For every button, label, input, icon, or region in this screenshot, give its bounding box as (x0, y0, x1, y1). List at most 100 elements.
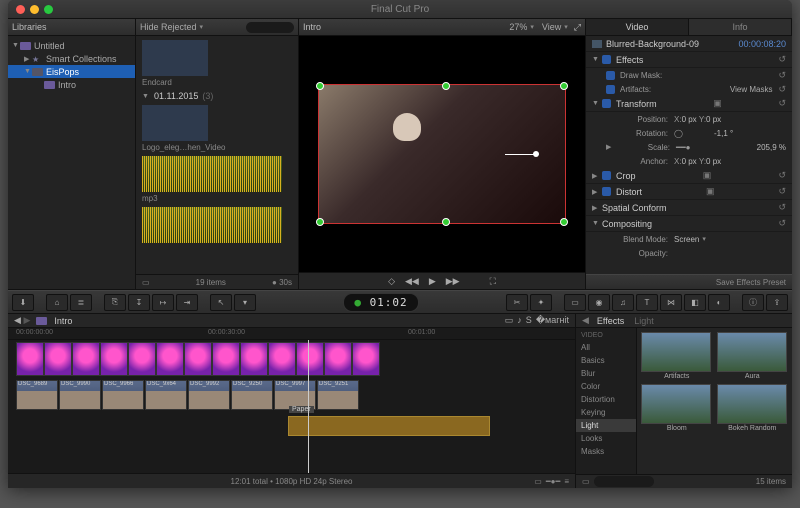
clip-duration-slider[interactable]: ● (272, 278, 277, 287)
onscreen-icon[interactable]: ▣ (706, 186, 715, 197)
crop-toggle[interactable] (602, 171, 611, 180)
artifacts-toggle[interactable] (606, 85, 615, 94)
library-item-eispops[interactable]: ▼EisPops (8, 65, 135, 78)
connect-button[interactable]: ⎘ (104, 294, 126, 311)
append-button[interactable]: ↦ (152, 294, 174, 311)
keyword-button[interactable]: ⌂ (46, 294, 68, 311)
effect-item[interactable]: Bloom (641, 384, 713, 432)
clip-appearance-button[interactable]: ▭ (534, 477, 542, 486)
effects-tab[interactable]: Effects (597, 316, 624, 326)
connected-clip[interactable]: DSC_9250 (231, 380, 273, 410)
enhance-button[interactable]: ✦ (530, 294, 552, 311)
primary-clip[interactable] (128, 342, 156, 376)
rotation-dial[interactable]: ◯ (674, 129, 714, 138)
history-back[interactable]: ◀ (14, 315, 21, 326)
primary-clip[interactable] (156, 342, 184, 376)
position-y-field[interactable]: 0 px (706, 115, 721, 124)
effect-item[interactable]: Bokeh Random (717, 384, 789, 432)
browser-search[interactable] (246, 22, 294, 33)
arrow-tool[interactable]: ↖ (210, 294, 232, 311)
transform-handle[interactable] (442, 82, 450, 90)
inspector-tab-video[interactable]: Video (586, 19, 689, 35)
browser-clip-audio2[interactable] (142, 207, 282, 243)
blend-mode-dropdown[interactable]: Screen (674, 235, 706, 244)
timeline-tracks[interactable]: DSC_9689DSC_9990DSC_9966DSC_9x64DSC_9992… (8, 340, 575, 473)
viewer-zoom[interactable]: 27% (509, 22, 534, 32)
tools-dropdown[interactable]: ▾ (234, 294, 256, 311)
effect-category[interactable]: Masks (576, 445, 636, 458)
playhead[interactable] (308, 340, 309, 473)
primary-clip[interactable] (184, 342, 212, 376)
primary-clip[interactable] (16, 342, 44, 376)
close-window[interactable] (16, 5, 25, 14)
onscreen-icon[interactable]: ▣ (713, 98, 722, 109)
prev-frame-button[interactable]: ◀◀ (405, 276, 419, 287)
titles-browser[interactable]: T (636, 294, 658, 311)
effect-category[interactable]: Keying (576, 406, 636, 419)
next-frame-button[interactable]: ▶▶ (446, 276, 460, 287)
connected-clip[interactable]: DSC_9689 (16, 380, 58, 410)
scale-field[interactable]: 205,9 % (757, 143, 786, 152)
audio-skim-toggle[interactable]: ♪ (517, 315, 522, 326)
audio-clip[interactable]: Paper (288, 416, 490, 436)
library-item-intro[interactable]: Intro (8, 78, 135, 91)
library-item-untitled[interactable]: ▼Untitled (8, 39, 135, 52)
primary-clip[interactable] (352, 342, 380, 376)
share-button[interactable]: ⇪ (766, 294, 788, 311)
connected-clip[interactable]: DSC_9x64 (145, 380, 187, 410)
inspector-tab-info[interactable]: Info (689, 19, 792, 35)
music-browser[interactable]: ♫ (612, 294, 634, 311)
transform-handle[interactable] (316, 218, 324, 226)
primary-clip[interactable] (268, 342, 296, 376)
distort-toggle[interactable] (602, 187, 611, 196)
effect-item[interactable]: Artifacts (641, 332, 713, 380)
inspector-toggle[interactable]: ⓘ (742, 294, 764, 311)
reset-icon[interactable]: ↺ (778, 170, 786, 181)
primary-clip[interactable] (240, 342, 268, 376)
transform-handle[interactable] (316, 82, 324, 90)
primary-clip[interactable] (44, 342, 72, 376)
themes-browser[interactable]: ◧ (684, 294, 706, 311)
reset-icon[interactable]: ↺ (778, 98, 786, 109)
anchor-x-field[interactable]: 0 px (682, 157, 697, 166)
reset-icon[interactable]: ↺ (778, 218, 786, 229)
generators-browser[interactable]: ◐ (708, 294, 730, 311)
timecode-display[interactable]: 01:02 (370, 296, 408, 309)
connected-clip[interactable]: DSC_9966 (102, 380, 144, 410)
effect-category[interactable]: Color (576, 380, 636, 393)
browser-clip-audio1[interactable] (142, 156, 282, 192)
play-button[interactable]: ▶ (429, 276, 436, 287)
primary-clip[interactable] (296, 342, 324, 376)
reset-icon[interactable]: ↺ (778, 54, 786, 65)
connected-clip[interactable]: DSC_9990 (59, 380, 101, 410)
effects-toggle[interactable] (602, 55, 611, 64)
library-toggle[interactable]: ▭ (564, 294, 586, 311)
browser-filter-dropdown[interactable]: Hide Rejected (140, 22, 203, 32)
effect-category[interactable]: Light (576, 419, 636, 432)
anchor-y-field[interactable]: 0 px (706, 157, 721, 166)
rotation-field[interactable]: -1,1 ° (714, 129, 733, 138)
browser-clip-endcard[interactable] (142, 40, 208, 76)
transform-handle[interactable] (560, 82, 568, 90)
viewer-canvas[interactable] (318, 84, 566, 224)
retime-button[interactable]: ✂ (506, 294, 528, 311)
onscreen-icon[interactable]: ▣ (703, 170, 712, 181)
primary-clip[interactable] (100, 342, 128, 376)
minimize-window[interactable] (30, 5, 39, 14)
effect-category[interactable]: All (576, 341, 636, 354)
zoom-window[interactable] (44, 5, 53, 14)
solo-toggle[interactable]: S (526, 315, 532, 326)
transform-toggle[interactable] (602, 99, 611, 108)
connected-clip[interactable]: DSC_9251 (317, 380, 359, 410)
skimming-toggle[interactable]: ▭ (505, 315, 514, 326)
primary-clip[interactable] (324, 342, 352, 376)
scale-slider[interactable]: ━━● (676, 143, 757, 152)
meter-button[interactable]: ≣ (70, 294, 92, 311)
effect-category[interactable]: Looks (576, 432, 636, 445)
save-effects-preset-button[interactable]: Save Effects Preset (716, 278, 786, 287)
index-button[interactable]: ≡ (564, 477, 569, 486)
reset-icon[interactable]: ↺ (778, 84, 786, 95)
reset-icon[interactable]: ↺ (778, 186, 786, 197)
rotation-handle[interactable] (505, 154, 535, 155)
import-button[interactable]: ⬇ (12, 294, 34, 311)
